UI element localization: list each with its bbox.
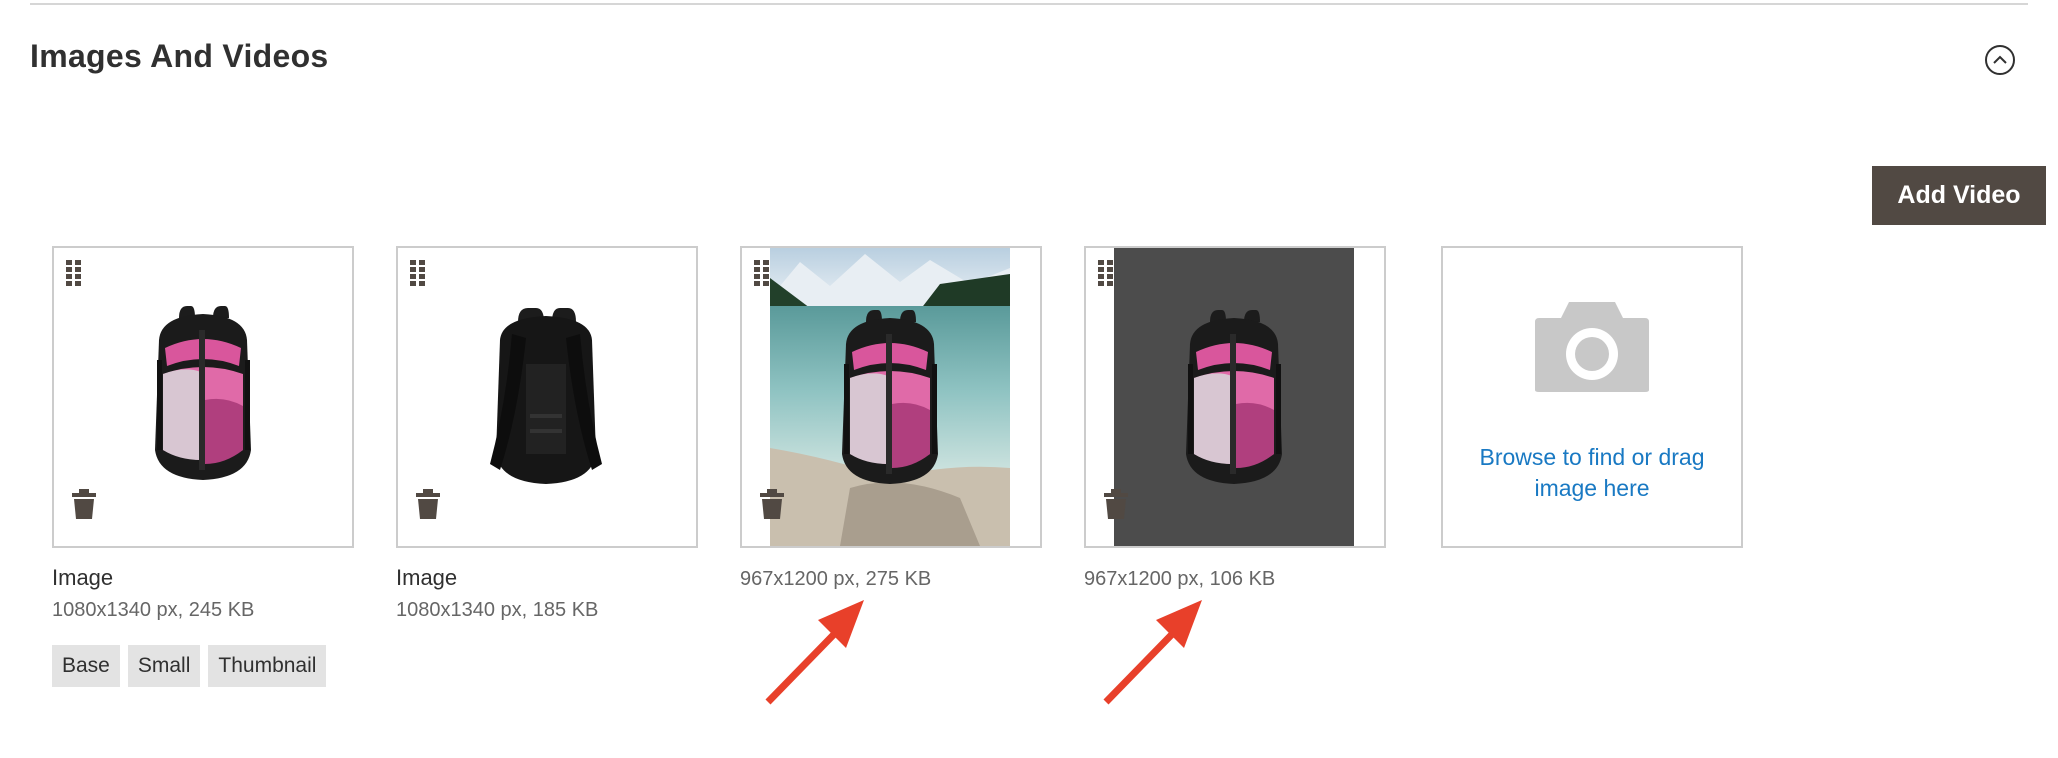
add-video-button[interactable]: Add Video	[1872, 166, 2046, 225]
image-card[interactable]	[396, 246, 698, 548]
trash-icon[interactable]	[1103, 488, 1129, 520]
chevron-up-icon	[1993, 55, 2007, 64]
drag-handle-icon[interactable]	[64, 258, 84, 288]
trash-icon[interactable]	[71, 488, 97, 520]
backpack-lake-icon	[770, 248, 1010, 546]
backpack-back-icon	[398, 248, 696, 546]
backpack-dark-bg-icon	[1114, 248, 1354, 546]
section-divider	[30, 3, 2028, 5]
browse-link[interactable]: Browse to find or drag image here	[1463, 442, 1721, 504]
image-roles: Base Small Thumbnail	[52, 645, 327, 687]
image-meta: 967x1200 px, 106 KB	[1084, 568, 1276, 590]
trash-icon[interactable]	[415, 488, 441, 520]
image-card[interactable]	[740, 246, 1042, 548]
annotation-arrow-icon	[765, 600, 864, 705]
annotation-arrow-icon	[1103, 600, 1202, 705]
drag-handle-icon[interactable]	[408, 258, 428, 288]
role-tag-small[interactable]: Small	[127, 645, 201, 687]
image-caption: Image	[52, 565, 114, 590]
role-tag-base[interactable]: Base	[52, 645, 120, 687]
image-meta: 967x1200 px, 275 KB	[740, 568, 932, 590]
drag-handle-icon[interactable]	[1096, 258, 1116, 288]
role-tag-thumbnail[interactable]: Thumbnail	[208, 645, 327, 687]
image-card[interactable]	[52, 246, 354, 548]
section-title: Images And Videos	[30, 38, 329, 74]
trash-icon[interactable]	[759, 488, 785, 520]
collapse-section-button[interactable]	[1985, 45, 2015, 75]
image-card[interactable]	[1084, 246, 1386, 548]
image-meta: 1080x1340 px, 185 KB	[396, 599, 599, 621]
image-meta: 1080x1340 px, 245 KB	[52, 599, 255, 621]
backpack-front-icon	[54, 248, 352, 546]
image-upload-dropzone[interactable]: Browse to find or drag image here	[1441, 246, 1743, 548]
image-caption: Image	[396, 565, 458, 590]
camera-icon	[1535, 302, 1649, 392]
drag-handle-icon[interactable]	[752, 258, 772, 288]
